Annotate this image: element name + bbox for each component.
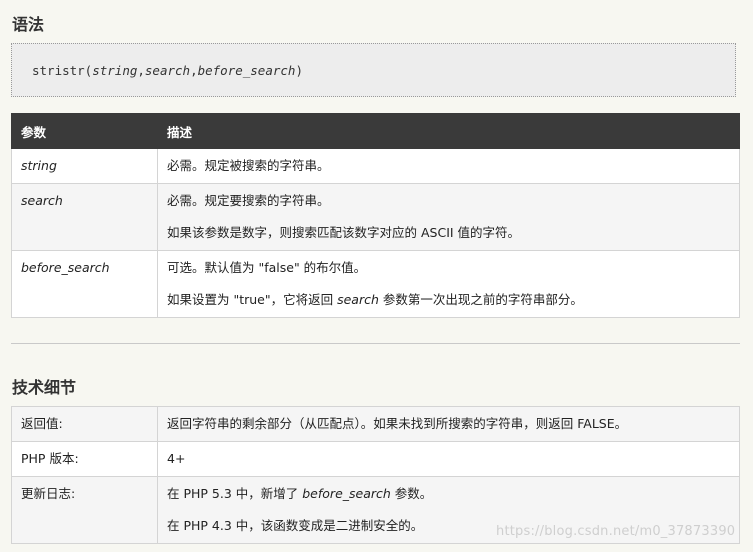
param-desc: 可选。默认值为 "false" 的布尔值。 如果设置为 "true"，它将返回 …: [157, 250, 740, 318]
syntax-code: stristr(string,search,before_search): [32, 63, 303, 78]
table-header-row: 参数 描述: [11, 113, 740, 149]
header-description: 描述: [157, 113, 740, 149]
table-row: 返回值: 返回字符串的剩余部分（从匹配点）。如果未找到所搜索的字符串，则返回 F…: [11, 406, 740, 442]
table-row: search 必需。规定要搜索的字符串。 如果该参数是数字，则搜索匹配该数字对应…: [11, 183, 740, 251]
watermark-text: https://blog.csdn.net/m0_37873390: [496, 524, 736, 539]
parameters-table: 参数 描述 string 必需。规定被搜索的字符串。 search 必需。规定要…: [11, 113, 740, 318]
detail-label: PHP 版本:: [11, 441, 158, 477]
syntax-code-block: stristr(string,search,before_search): [11, 43, 736, 97]
param-name: search: [11, 183, 158, 251]
table-row: PHP 版本: 4+: [11, 441, 740, 477]
detail-value: 4+: [157, 441, 740, 477]
header-param: 参数: [11, 113, 158, 149]
param-desc: 必需。规定被搜索的字符串。: [157, 148, 740, 184]
detail-label: 更新日志:: [11, 476, 158, 544]
divider: [11, 343, 740, 344]
param-name: before_search: [11, 250, 158, 318]
param-name: string: [11, 148, 158, 184]
detail-value: 返回字符串的剩余部分（从匹配点）。如果未找到所搜索的字符串，则返回 FALSE。: [157, 406, 740, 442]
param-desc: 必需。规定要搜索的字符串。 如果该参数是数字，则搜索匹配该数字对应的 ASCII…: [157, 183, 740, 251]
table-row: before_search 可选。默认值为 "false" 的布尔值。 如果设置…: [11, 250, 740, 318]
table-row: string 必需。规定被搜索的字符串。: [11, 148, 740, 184]
detail-label: 返回值:: [11, 406, 158, 442]
tech-details-heading: 技术细节: [12, 378, 77, 397]
syntax-heading: 语法: [12, 15, 45, 34]
